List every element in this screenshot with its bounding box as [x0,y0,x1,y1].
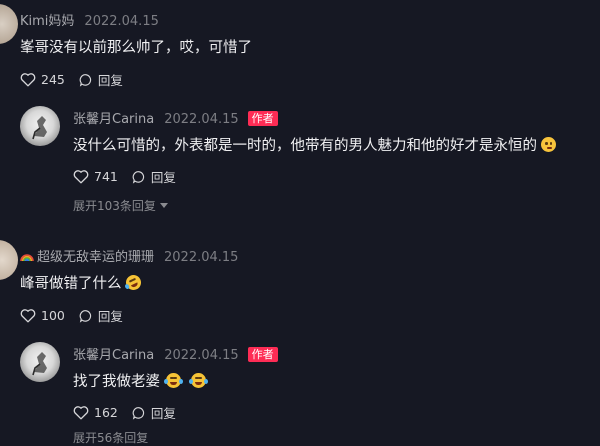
joy-emoji-icon [189,373,208,388]
heart-icon [20,309,36,323]
comment-text: 峯哥没有以前那么帅了，哎，可惜了 [20,40,252,56]
rofl-emoji-icon [123,272,143,293]
like-button[interactable]: 245 [20,72,65,87]
reply-label: 回复 [97,309,123,324]
comment-text: 峰哥做错了什么 [20,272,143,293]
username[interactable]: 超级无敌幸运的珊珊 [37,250,154,265]
comment-text: 找了我做老婆 [73,370,208,391]
reply-button[interactable]: 回复 [79,306,123,325]
expand-replies-label: 展开103条回复 [73,199,156,213]
like-count: 162 [94,405,118,420]
like-count: 100 [41,308,65,323]
reply-label: 回复 [97,73,123,88]
joy-emoji-icon [164,373,183,388]
comment-header: 超级无敌幸运的珊珊 2022.04.15 [20,246,238,265]
author-badge: 作者 [247,111,278,126]
comment-header: Kimi妈妈 2022.04.15 [20,10,159,29]
comment-actions: 245 回复 [20,70,123,89]
like-count: 245 [41,72,65,87]
author-badge: 作者 [247,347,278,362]
avatar[interactable] [0,240,18,280]
reply-label: 回复 [150,170,176,185]
comment-actions: 162 回复 [73,403,176,422]
comment-text-body: 找了我做老婆 [73,374,160,390]
comment-date: 2022.04.15 [84,14,159,29]
comment-actions: 741 回复 [73,167,176,186]
expand-replies-label: 展开56条回复 [73,431,149,445]
thinking-emoji-icon [541,137,556,152]
comment-actions: 100 回复 [20,306,123,325]
reply-button[interactable]: 回复 [132,403,176,422]
like-count: 741 [94,169,118,184]
comment-icon [132,406,144,420]
reply-label: 回复 [150,406,176,421]
comment-header: 张馨月Carina 2022.04.15 作者 [73,108,278,127]
heart-icon [73,406,89,420]
avatar[interactable] [0,4,18,44]
like-button[interactable]: 100 [20,308,65,323]
comment-icon [79,73,91,87]
avatar[interactable] [20,106,60,146]
comment-header: 张馨月Carina 2022.04.15 作者 [73,344,278,363]
comment-text: 没什么可惜的，外表都是一时的，他带有的男人魅力和他的好才是永恒的 [73,134,556,155]
comment-text-body: 峰哥做错了什么 [20,276,122,292]
reply-button[interactable]: 回复 [132,167,176,186]
comment-text-body: 没什么可惜的，外表都是一时的，他带有的男人魅力和他的好才是永恒的 [73,138,537,154]
comment-icon [132,170,144,184]
comment-date: 2022.04.15 [164,112,239,127]
comment-date: 2022.04.15 [164,250,239,265]
like-button[interactable]: 162 [73,405,118,420]
avatar[interactable] [20,342,60,382]
chevron-down-icon [159,202,168,208]
heart-icon [73,170,89,184]
username[interactable]: Kimi妈妈 [20,14,74,29]
like-button[interactable]: 741 [73,169,118,184]
expand-replies-button[interactable]: 展开103条回复 [73,197,168,214]
username[interactable]: 张馨月Carina [73,348,154,363]
username[interactable]: 张馨月Carina [73,112,154,127]
comment-icon [79,309,91,323]
reply-button[interactable]: 回复 [79,70,123,89]
comment-date: 2022.04.15 [164,348,239,363]
rainbow-icon [20,254,34,261]
heart-icon [20,73,36,87]
expand-replies-button[interactable]: 展开56条回复 [73,429,148,446]
